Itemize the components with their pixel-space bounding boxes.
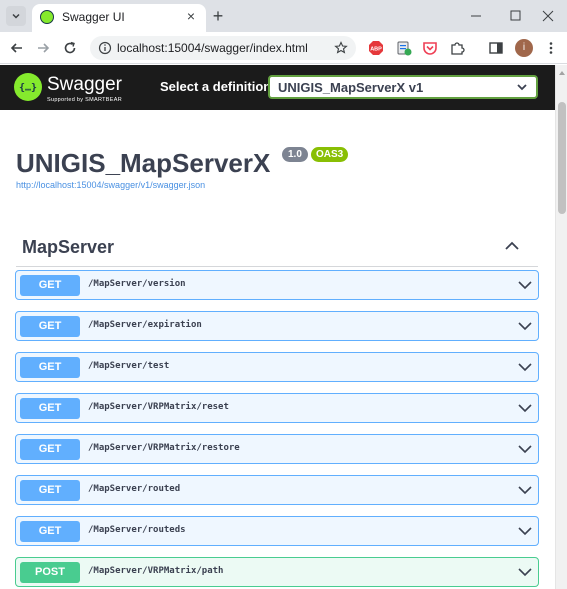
- chevron-down-icon[interactable]: [518, 526, 532, 536]
- operation-path: /MapServer/VRPMatrix/reset: [88, 402, 229, 412]
- operation-post-vrpmatrix-path[interactable]: POST /MapServer/VRPMatrix/path: [15, 557, 539, 587]
- operation-path: /MapServer/version: [88, 279, 186, 289]
- operation-path: /MapServer/test: [88, 361, 170, 371]
- bookmark-star-icon[interactable]: [334, 41, 348, 55]
- reload-icon: [64, 41, 76, 54]
- page-scrollbar[interactable]: [555, 65, 567, 589]
- chevron-down-icon[interactable]: [518, 485, 532, 495]
- site-info-icon[interactable]: [98, 41, 112, 55]
- chevron-down-icon: [12, 13, 20, 19]
- browser-tab[interactable]: Swagger UI ×: [32, 4, 206, 32]
- close-tab-icon[interactable]: ×: [184, 9, 198, 23]
- operation-path: /MapServer/expiration: [88, 320, 202, 330]
- chevron-down-icon[interactable]: [518, 444, 532, 454]
- chevron-down-icon[interactable]: [518, 567, 532, 577]
- method-badge: GET: [20, 480, 80, 501]
- swagger-favicon-icon: [40, 10, 54, 24]
- tab-search-button[interactable]: [6, 6, 26, 26]
- method-badge: POST: [20, 562, 80, 583]
- operation-get-routeds[interactable]: GET /MapServer/routeds: [15, 516, 539, 546]
- arrow-right-icon: [38, 43, 50, 53]
- minimize-icon[interactable]: [466, 6, 486, 26]
- scrollbar-thumb[interactable]: [558, 102, 566, 214]
- swagger-logo-text: Swagger: [47, 74, 122, 95]
- chevron-down-icon[interactable]: [518, 321, 532, 331]
- method-badge: GET: [20, 357, 80, 378]
- method-badge: GET: [20, 521, 80, 542]
- extensions-puzzle-icon[interactable]: [449, 40, 465, 56]
- browser-toolbar: localhost:15004/swagger/index.html ABP i: [0, 32, 567, 64]
- definition-select-label: Select a definition: [160, 79, 272, 94]
- forward-button[interactable]: [33, 38, 53, 58]
- operation-path: /MapServer/VRPMatrix/path: [88, 566, 224, 576]
- method-badge: GET: [20, 398, 80, 419]
- spec-url-link[interactable]: http://localhost:15004/swagger/v1/swagge…: [16, 180, 205, 190]
- svg-text:ABP: ABP: [370, 47, 382, 53]
- new-tab-button[interactable]: +: [210, 7, 226, 25]
- back-button[interactable]: [7, 38, 27, 58]
- chevron-down-icon[interactable]: [518, 403, 532, 413]
- definition-select-value: UNIGIS_MapServerX v1: [278, 80, 424, 95]
- arrow-left-icon: [10, 43, 22, 53]
- chevron-down-icon[interactable]: [518, 362, 532, 372]
- side-panel-icon[interactable]: [488, 40, 504, 56]
- operation-path: /MapServer/routed: [88, 484, 181, 494]
- operation-get-version[interactable]: GET /MapServer/version: [15, 270, 539, 300]
- more-menu-icon[interactable]: [543, 40, 559, 56]
- version-badge: 1.0: [282, 147, 308, 162]
- chevron-down-icon[interactable]: [518, 280, 532, 290]
- api-title: UNIGIS_MapServerX: [16, 148, 271, 178]
- swagger-topbar: {…} Swagger Supported by SMARTBEAR Selec…: [0, 65, 555, 110]
- operation-get-test[interactable]: GET /MapServer/test: [15, 352, 539, 382]
- scroll-up-arrow-icon[interactable]: [558, 69, 566, 77]
- operation-get-routed[interactable]: GET /MapServer/routed: [15, 475, 539, 505]
- pocket-icon[interactable]: [422, 40, 438, 56]
- oas-badge: OAS3: [311, 147, 349, 162]
- address-bar[interactable]: localhost:15004/swagger/index.html: [90, 36, 356, 60]
- operation-get-expiration[interactable]: GET /MapServer/expiration: [15, 311, 539, 341]
- tab-strip: Swagger UI × +: [0, 0, 567, 32]
- profile-avatar[interactable]: i: [515, 39, 533, 57]
- tag-name: MapServer: [22, 237, 115, 257]
- maximize-icon[interactable]: [505, 6, 525, 26]
- url-text: localhost:15004/swagger/index.html: [117, 41, 308, 55]
- operation-get-vrpmatrix-restore[interactable]: GET /MapServer/VRPMatrix/restore: [15, 434, 539, 464]
- method-badge: GET: [20, 439, 80, 460]
- method-badge: GET: [20, 275, 80, 296]
- swagger-logo-icon: {…}: [14, 73, 42, 101]
- svg-text:{…}: {…}: [19, 83, 37, 94]
- operation-path: /MapServer/VRPMatrix/restore: [88, 443, 240, 453]
- chevron-up-icon[interactable]: [504, 240, 520, 252]
- tag-section-header[interactable]: MapServer: [16, 230, 538, 267]
- swagger-logo-subtext: Supported by SMARTBEAR: [47, 97, 122, 103]
- page-viewport: {…} Swagger Supported by SMARTBEAR Selec…: [0, 65, 555, 589]
- close-window-icon[interactable]: [538, 6, 558, 26]
- method-badge: GET: [20, 316, 80, 337]
- operation-get-vrpmatrix-reset[interactable]: GET /MapServer/VRPMatrix/reset: [15, 393, 539, 423]
- extension-sheet-icon[interactable]: [396, 40, 412, 56]
- definition-select[interactable]: UNIGIS_MapServerX v1: [268, 75, 538, 99]
- operation-path: /MapServer/routeds: [88, 525, 186, 535]
- chevron-down-icon: [517, 84, 527, 91]
- tab-title: Swagger UI: [62, 10, 125, 24]
- adblock-plus-icon[interactable]: ABP: [368, 40, 384, 56]
- reload-button[interactable]: [60, 38, 80, 58]
